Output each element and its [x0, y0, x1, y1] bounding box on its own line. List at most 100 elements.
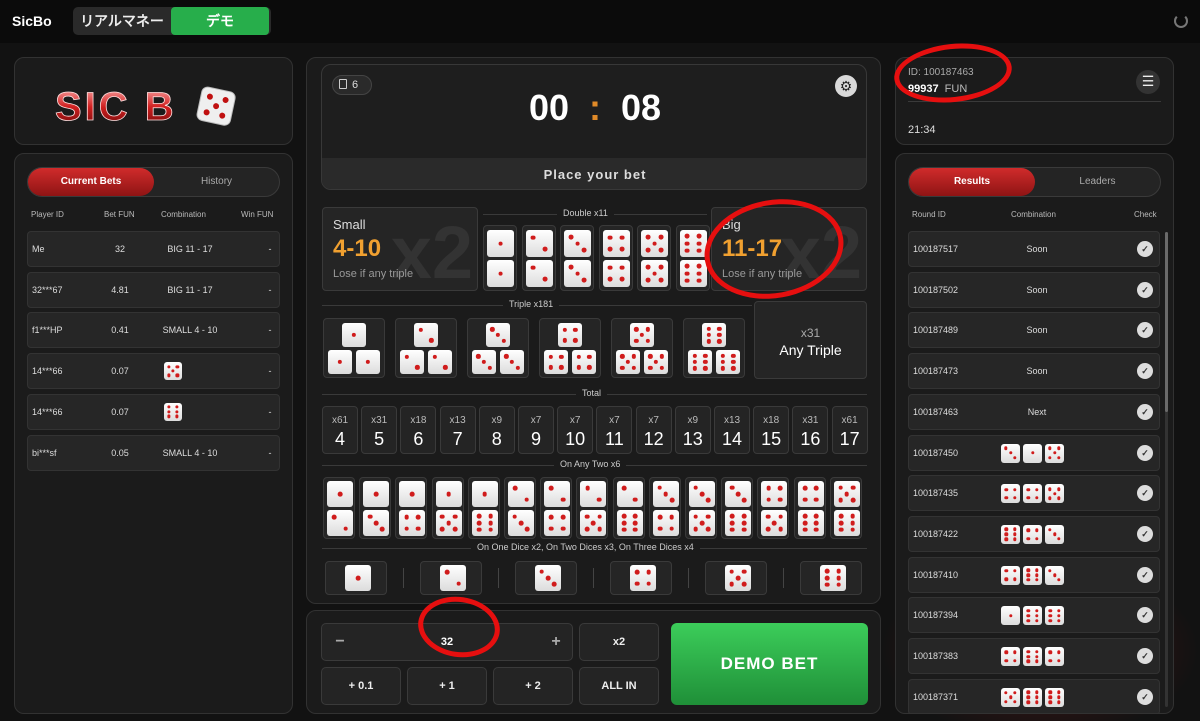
die-pip [766, 497, 771, 503]
single-bet-4[interactable] [610, 561, 672, 595]
total-bet-10[interactable]: x7 10 [557, 406, 594, 454]
demo-mode-button[interactable]: デモ [171, 7, 269, 35]
real-money-mode-button[interactable]: リアルマネー [73, 7, 171, 35]
verify-shield-icon[interactable]: ✓ [1137, 607, 1153, 624]
single-bet-3[interactable] [515, 561, 577, 595]
double-bet-2[interactable] [521, 225, 556, 291]
pair-die-icon [544, 481, 571, 507]
die-pip [802, 520, 808, 526]
verify-shield-icon[interactable]: ✓ [1137, 444, 1153, 461]
double-bet-4[interactable] [598, 225, 633, 291]
triple-bet-2[interactable] [395, 318, 457, 378]
double-bet-3[interactable] [560, 225, 594, 291]
tab-results[interactable]: Results [909, 168, 1035, 196]
double-bet-button[interactable]: x2 [579, 623, 659, 661]
pair-bet-1-3[interactable] [359, 477, 392, 539]
pair-bet-3-4[interactable] [648, 477, 681, 539]
results-scrollbar[interactable] [1165, 232, 1168, 707]
triple-bet-1[interactable] [323, 318, 385, 378]
triple-bet-3[interactable] [467, 318, 529, 378]
any-two-section-label: On Any Two x6 [554, 459, 627, 469]
total-bet-16[interactable]: x31 16 [792, 406, 829, 454]
pair-bet-2-3[interactable] [504, 477, 536, 539]
single-bet-6[interactable] [800, 561, 862, 595]
verify-shield-icon[interactable]: ✓ [1137, 525, 1153, 542]
account-currency: FUN [944, 83, 968, 95]
total-bet-17[interactable]: x61 17 [831, 406, 868, 454]
verify-shield-icon[interactable]: ✓ [1137, 241, 1153, 257]
pair-bet-1-6[interactable] [467, 477, 500, 539]
verify-shield-icon[interactable]: ✓ [1137, 403, 1153, 420]
single-die-icon [440, 565, 466, 591]
tab-leaders[interactable]: Leaders [1035, 168, 1160, 196]
tab-history[interactable]: History [154, 168, 279, 196]
verify-shield-icon[interactable]: ✓ [1137, 363, 1153, 380]
pair-bet-2-5[interactable] [576, 477, 609, 539]
die-pip [720, 359, 725, 365]
total-bet-14[interactable]: x13 14 [714, 406, 750, 454]
pair-bet-3-5[interactable] [685, 477, 717, 539]
refresh-icon[interactable] [1174, 14, 1188, 28]
demo-bet-button[interactable]: DEMO BET [671, 623, 868, 705]
decrease-bet-button[interactable]: − [328, 624, 352, 660]
pair-bet-5-6[interactable] [829, 477, 862, 539]
triple-bet-5[interactable] [611, 318, 673, 378]
single-bet-5[interactable] [705, 561, 767, 595]
single-bet-2[interactable] [420, 561, 482, 595]
total-bet-7[interactable]: x13 7 [439, 406, 476, 454]
triple-bet-4[interactable] [539, 318, 601, 378]
die-pip [456, 581, 462, 587]
pair-bet-1-5[interactable] [431, 477, 464, 539]
add-1-button[interactable]: + 1 [407, 667, 487, 705]
die-pip [813, 520, 819, 526]
single-bet-1[interactable] [325, 561, 387, 595]
pair-bet-1-4[interactable] [395, 477, 428, 539]
verify-shield-icon[interactable]: ✓ [1137, 485, 1153, 502]
bet-amount-input[interactable]: 32 [362, 624, 532, 660]
triple-bet-6[interactable] [683, 318, 745, 378]
die-pip [337, 359, 343, 365]
menu-icon[interactable]: ☰ [1136, 70, 1160, 94]
total-bet-12[interactable]: x7 12 [635, 406, 672, 454]
total-bet-9[interactable]: x7 9 [518, 406, 554, 454]
verify-shield-icon[interactable]: ✓ [1137, 322, 1153, 339]
tab-current-bets[interactable]: Current Bets [28, 168, 154, 196]
all-in-button[interactable]: ALL IN [579, 667, 659, 705]
any-triple-tile[interactable]: x31 Any Triple [754, 301, 867, 379]
add-2-button[interactable]: + 2 [493, 667, 573, 705]
total-bet-13[interactable]: x9 13 [674, 406, 711, 454]
pair-bet-3-6[interactable] [721, 477, 754, 539]
total-bet-8[interactable]: x9 8 [478, 406, 515, 454]
die-pip [741, 513, 747, 519]
pair-bet-4-5[interactable] [757, 477, 790, 539]
small-bet-tile[interactable]: x2 Small 4-10 Lose if any triple [322, 207, 478, 294]
verify-shield-icon[interactable]: ✓ [1137, 648, 1153, 664]
total-bet-6[interactable]: x18 6 [400, 406, 437, 454]
pair-bet-2-4[interactable] [540, 477, 573, 539]
pair-bet-1-2[interactable] [323, 477, 355, 539]
double-bet-5[interactable] [637, 225, 671, 291]
double-bet-1[interactable] [483, 225, 517, 291]
die-pip [1008, 695, 1013, 699]
total-bet-15[interactable]: x18 15 [753, 406, 790, 454]
double-die-icon [525, 260, 553, 287]
pair-bet-4-6[interactable] [793, 477, 826, 539]
verify-shield-icon[interactable]: ✓ [1137, 688, 1153, 705]
die-pip [576, 354, 581, 359]
add-0-1-button[interactable]: + 0.1 [321, 667, 401, 705]
big-bet-tile[interactable]: x2 Big 11-17 Lose if any triple [711, 207, 867, 294]
pair-bet-2-6[interactable] [612, 477, 645, 539]
die-pip [167, 414, 171, 419]
total-number: 7 [452, 429, 463, 449]
total-bet-11[interactable]: x7 11 [596, 406, 633, 454]
verify-shield-icon[interactable]: ✓ [1137, 566, 1153, 583]
total-bet-5[interactable]: x31 5 [361, 406, 398, 454]
pair-die-icon [725, 510, 752, 536]
total-bet-4[interactable]: x61 4 [322, 406, 358, 454]
double-die-icon [602, 230, 630, 257]
die-pip [693, 514, 699, 520]
big-multiplier: x2 [779, 211, 862, 294]
double-bet-6[interactable] [675, 225, 710, 291]
verify-shield-icon[interactable]: ✓ [1137, 281, 1153, 298]
increase-bet-button[interactable]: + [544, 624, 568, 660]
